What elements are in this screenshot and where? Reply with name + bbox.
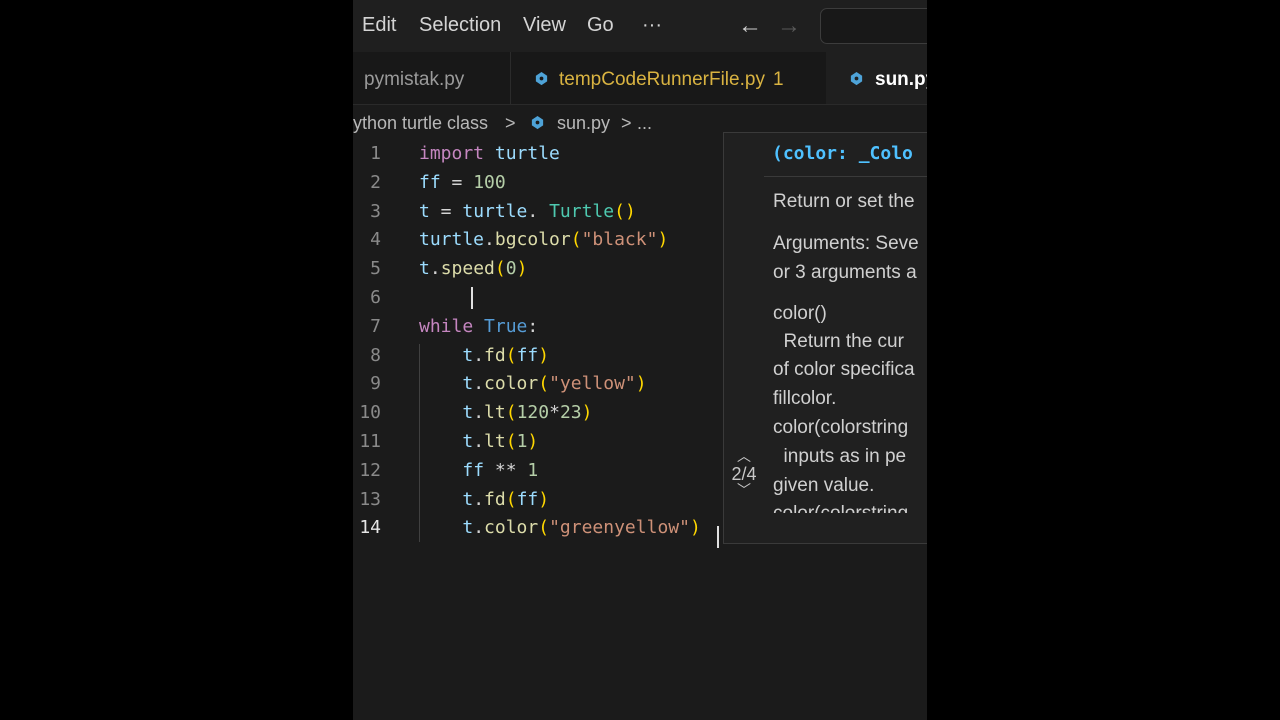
code-line-10[interactable]: t.lt(120*23)	[419, 402, 592, 423]
code-line-7[interactable]: while True:	[419, 316, 538, 337]
arrow-right-icon[interactable]: →	[777, 12, 801, 40]
python-icon	[531, 115, 544, 130]
doc-line: Return or set the	[773, 191, 915, 212]
line-number: 3	[370, 201, 381, 222]
tab-tempcoderunnerfile[interactable]: tempCodeRunnerFile.py 1	[510, 52, 827, 104]
editor-window: Edit Selection View Go ··· ← → pymistak.…	[353, 0, 927, 720]
code-line-11[interactable]: t.lt(1)	[419, 431, 538, 452]
tab-problem-badge: 1	[773, 69, 784, 90]
line-number: 2	[370, 172, 381, 193]
tab-label: sun.py	[875, 69, 927, 90]
line-number: 11	[359, 431, 381, 452]
doc-line: or 3 arguments a	[773, 262, 917, 283]
signature-help-popup[interactable]: (color: _Colo Return or set the Argument…	[723, 132, 927, 544]
menu-go[interactable]: Go	[587, 14, 614, 37]
code-line-8[interactable]: t.fd(ff)	[419, 345, 549, 366]
code-line-12[interactable]: ff ** 1	[419, 460, 538, 481]
signature-text: (color: _Colo	[772, 143, 913, 164]
line-number: 4	[370, 229, 381, 250]
breadcrumb-file[interactable]: sun.py	[557, 113, 610, 134]
chevron-up-icon[interactable]: ︿	[724, 449, 764, 463]
line-number: 9	[370, 373, 381, 394]
code-line-2[interactable]: ff = 100	[419, 172, 506, 193]
tab-sun[interactable]: sun.py	[826, 52, 927, 104]
doc-line: Arguments: Seve	[773, 233, 919, 254]
line-number: 5	[370, 258, 381, 279]
doc-line: given value.	[773, 475, 875, 496]
line-number: 7	[370, 316, 381, 337]
code-line-5[interactable]: t.speed(0)	[419, 258, 527, 279]
menu-edit[interactable]: Edit	[362, 14, 396, 37]
menu-view[interactable]: View	[523, 14, 566, 37]
menu-bar: Edit Selection View Go ··· ← →	[353, 0, 927, 52]
chevron-down-icon[interactable]: ﹀	[724, 483, 764, 497]
doc-line: color(colorstring	[773, 417, 909, 438]
line-number: 12	[359, 460, 381, 481]
editor-caret	[717, 526, 719, 548]
line-number: 8	[370, 345, 381, 366]
chevron-right-icon: >	[621, 113, 632, 133]
tab-bar: pymistak.py tempCodeRunnerFile.py 1 sun.…	[353, 52, 927, 105]
line-number-active: 14	[359, 517, 381, 538]
code-line-3[interactable]: t = turtle. Turtle()	[419, 201, 636, 222]
tab-pymistak[interactable]: pymistak.py	[353, 52, 511, 104]
code-line-4[interactable]: turtle.bgcolor("black")	[419, 229, 668, 250]
chevron-right-icon: >	[505, 113, 516, 133]
code-line-13[interactable]: t.fd(ff)	[419, 489, 549, 510]
line-number: 6	[370, 287, 381, 308]
divider	[764, 176, 927, 177]
doc-line: of color specifica	[773, 359, 915, 380]
doc-line: color()	[773, 303, 827, 324]
breadcrumb-more[interactable]: ...	[637, 113, 652, 134]
line-number: 1	[370, 143, 381, 164]
command-center-search[interactable]	[820, 8, 927, 44]
overload-pager: ︿ 2/4 ﹀	[724, 449, 764, 497]
menu-selection[interactable]: Selection	[419, 14, 501, 37]
doc-line: inputs as in pe	[773, 446, 907, 467]
code-line-1[interactable]: import turtle	[419, 143, 560, 164]
doc-line: Return the cur	[773, 331, 904, 352]
code-line-9[interactable]: t.color("yellow")	[419, 373, 646, 394]
tab-label: pymistak.py	[364, 69, 465, 90]
menu-more[interactable]: ···	[642, 14, 662, 37]
line-number: 13	[359, 489, 381, 510]
python-icon	[535, 71, 548, 86]
doc-line: fillcolor.	[773, 388, 837, 409]
code-line-14[interactable]: t.color("greenyellow")	[419, 517, 700, 538]
arrow-left-icon[interactable]: ←	[738, 12, 762, 40]
tab-label: tempCodeRunnerFile.py	[559, 69, 765, 90]
line-number: 10	[359, 402, 381, 423]
text-cursor-icon	[471, 287, 473, 309]
python-icon	[850, 71, 863, 86]
breadcrumb-folder[interactable]: ython turtle class	[353, 113, 488, 134]
doc-line: color(colorstring	[773, 503, 908, 513]
